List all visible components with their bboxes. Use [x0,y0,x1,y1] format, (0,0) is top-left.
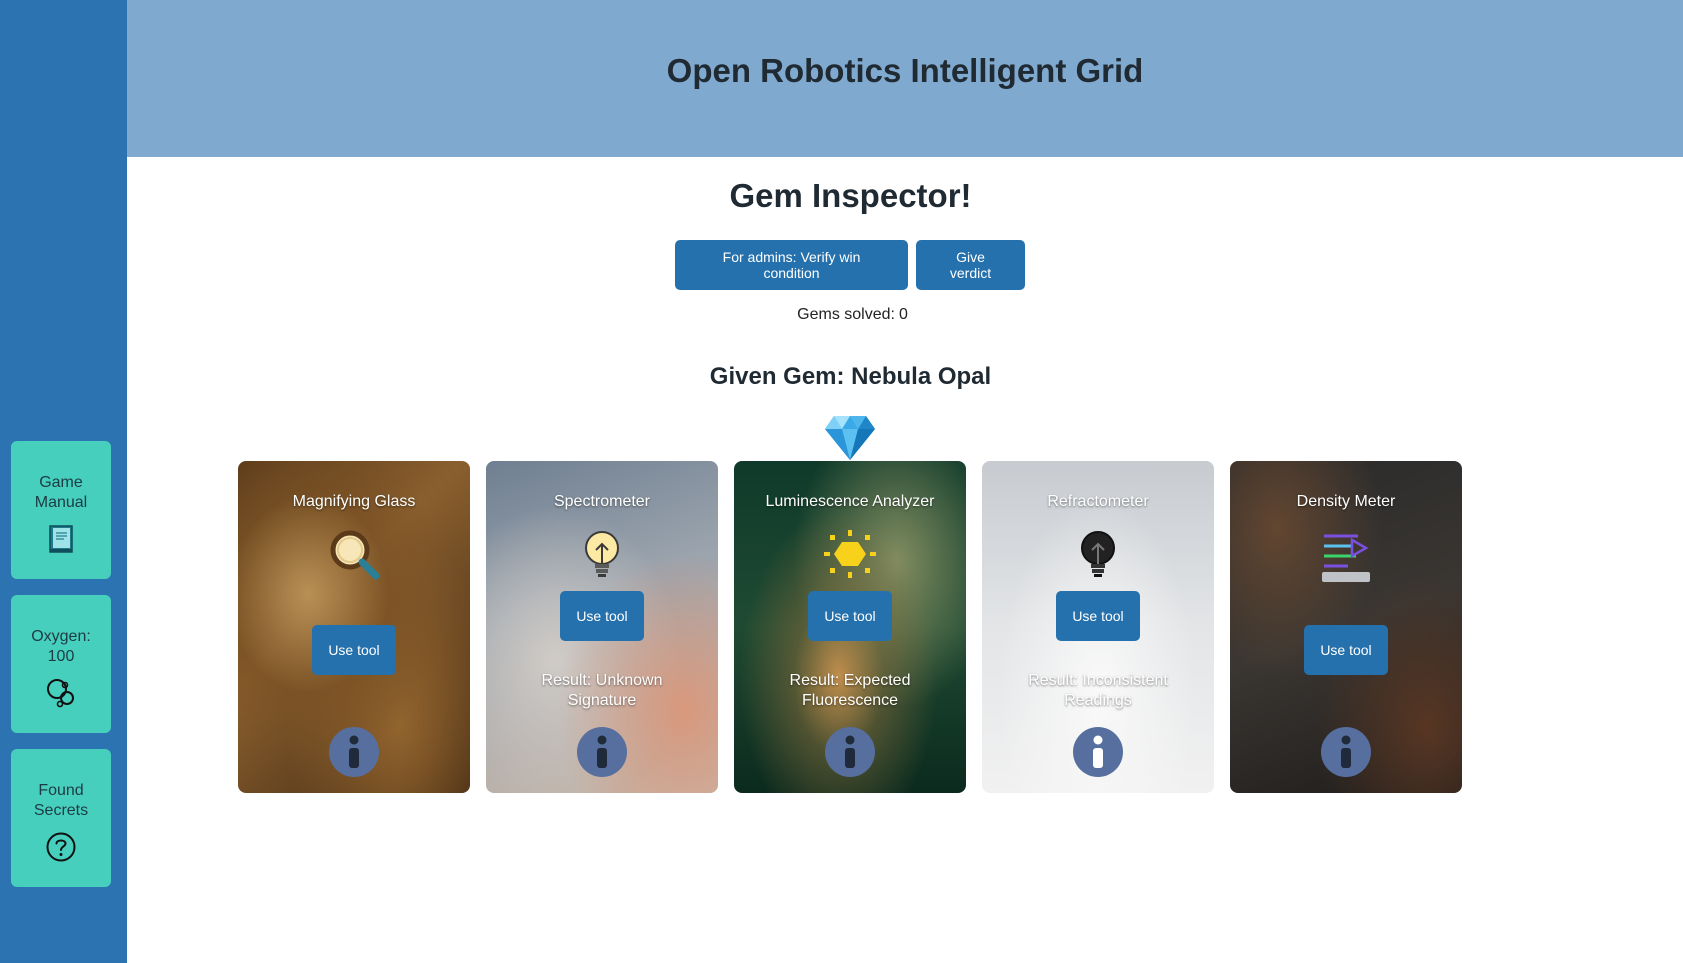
info-button[interactable] [825,727,875,777]
glowing-sun-icon [824,530,876,578]
tool-name: Spectrometer [553,493,651,510]
tool-result: Result: Inconsistent Readings [1028,672,1168,709]
sidebar: Game Manual Oxygen: 100 Found Secrets [0,0,127,963]
tool-card-magnifying-glass: Magnifying Glass Use tool [238,461,470,793]
game-manual-label: Game Manual [34,474,88,511]
tool-name: Luminescence Analyzer [765,493,935,510]
found-secrets-button[interactable]: Found Secrets [11,749,111,887]
info-icon [597,735,607,768]
info-icon [1341,735,1351,768]
gem-inspector-title: Gem Inspector! [729,177,972,214]
gems-solved-label: Gems solved: [797,306,895,323]
action-buttons: For admins: Verify win condition Give ve… [0,240,1683,290]
gems-solved-counter: Gems solved: 0 [127,306,1574,324]
dark-lightbulb-icon [1081,531,1115,577]
page-title: Open Robotics Intelligent Grid [666,51,1144,89]
given-gem-heading: Given Gem: Nebula Opal [709,363,992,390]
tool-card-luminescence-analyzer: Luminescence Analyzer Use tool Result: E… [734,461,966,793]
give-verdict-button[interactable]: Give verdict [916,240,1025,290]
info-button[interactable] [1321,727,1371,777]
gems-solved-value: 0 [898,306,908,323]
tool-card-density-meter: Density Meter Use tool [1230,461,1462,793]
tool-name: Density Meter [1296,493,1396,510]
info-icon [845,735,855,768]
tool-result: Result: Unknown Signature [541,672,663,709]
tool-name: Magnifying Glass [292,493,416,510]
lightbulb-icon [585,531,619,577]
question-icon [46,832,76,862]
magnifying-glass-icon [330,530,380,580]
use-tool-button[interactable]: Use tool [808,591,892,641]
oxygen-bubbles-icon [47,679,74,708]
info-button[interactable] [577,727,627,777]
oxygen-status[interactable]: Oxygen: 100 [11,595,111,733]
tool-card-refractometer: Refractometer Use tool Result: Inconsist… [982,461,1214,793]
diamond-icon [825,416,875,460]
density-meter-icon [1322,534,1370,582]
use-tool-button[interactable]: Use tool [312,625,396,675]
book-icon [49,525,73,553]
game-manual-button[interactable]: Game Manual [11,441,111,579]
use-tool-button[interactable]: Use tool [1304,625,1388,675]
tool-card-spectrometer: Spectrometer Use tool Result: Unknown Si… [486,461,718,793]
use-tool-button[interactable]: Use tool [1056,591,1140,641]
use-tool-button[interactable]: Use tool [560,591,644,641]
info-icon [349,735,359,768]
tool-result: Result: Expected Fluorescence [789,672,911,709]
info-icon [1093,735,1103,768]
info-button[interactable] [329,727,379,777]
header: Open Robotics Intelligent Grid [127,0,1683,157]
found-secrets-label: Found Secrets [33,782,89,819]
verify-win-condition-button[interactable]: For admins: Verify win condition [675,240,908,290]
oxygen-label: Oxygen: 100 [31,628,91,665]
info-button[interactable] [1073,727,1123,777]
tool-name: Refractometer [1047,493,1149,510]
